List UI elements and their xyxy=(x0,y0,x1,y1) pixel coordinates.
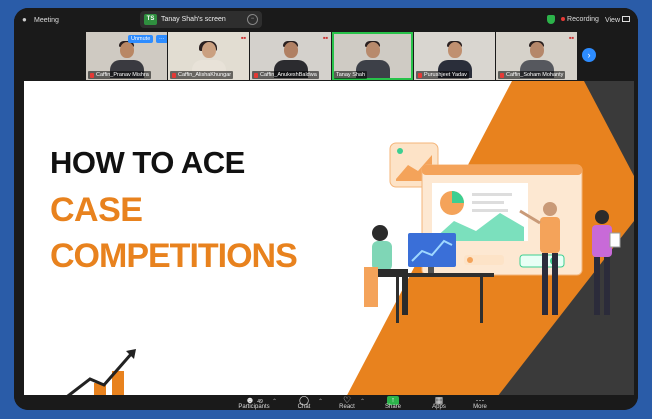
slide-title-line-3: COMPETITIONS xyxy=(50,237,298,275)
mic-muted-icon xyxy=(500,72,504,78)
standing-woman-body xyxy=(592,225,612,257)
share-options-icon[interactable]: − xyxy=(247,14,258,25)
standing-woman-leg xyxy=(604,257,610,315)
text-line xyxy=(472,193,512,196)
presenter-badge: TS xyxy=(144,14,157,25)
participant-strip: Unmute ··· Caffin_Pranav Mishra ■■ Caffi… xyxy=(86,32,578,80)
view-button[interactable]: View xyxy=(604,15,630,24)
view-label: View xyxy=(604,16,620,24)
participants-caret-icon[interactable]: ⌃ xyxy=(272,398,277,405)
card-dot xyxy=(397,148,403,154)
apps-button[interactable]: ▦ Apps xyxy=(419,395,459,410)
recording-dot-icon xyxy=(561,17,566,21)
shared-slide: HOW TO ACE CASE COMPETITIONS xyxy=(24,81,634,401)
participant-tile[interactable]: ■■ Caffin_AlishaKhungar xyxy=(168,32,249,80)
standing-woman-head xyxy=(595,210,609,224)
info-dot xyxy=(467,257,473,263)
unmute-button[interactable]: Unmute xyxy=(128,35,154,43)
react-caret-icon[interactable]: ⌃ xyxy=(360,398,365,405)
participant-name: Caffin_Pranav Mishra xyxy=(96,72,149,78)
chat-caret-icon[interactable]: ⌃ xyxy=(318,398,323,405)
standing-man-leg xyxy=(542,253,548,315)
share-label: Share xyxy=(384,404,401,410)
meeting-menu[interactable]: ● Meeting xyxy=(22,16,59,24)
meeting-window: ● Meeting TS Tanay Shah's screen − Recor… xyxy=(14,8,638,410)
participant-name-tag: Caffin_Soham Mohanty xyxy=(498,71,566,79)
participant-face xyxy=(366,42,380,58)
standing-man-body xyxy=(540,217,560,253)
participant-name-tag: Caffin_AlishaKhungar xyxy=(170,71,234,79)
desk-leg xyxy=(480,277,483,323)
participant-face xyxy=(120,42,134,58)
browser-title-bar xyxy=(422,165,582,175)
standing-man-leg xyxy=(552,253,558,315)
mic-muted-icon xyxy=(90,72,94,78)
screen-share-indicator[interactable]: TS Tanay Shah's screen − xyxy=(140,11,262,28)
college-logo: ■■ xyxy=(241,35,246,40)
participant-face xyxy=(530,42,544,58)
chair-illustration xyxy=(364,267,378,307)
grid-view-icon xyxy=(622,15,630,22)
participants-button[interactable]: ☻ 49 Participants xyxy=(234,395,274,410)
encryption-shield-icon[interactable] xyxy=(547,15,556,24)
slide-title-line-2: CASE xyxy=(50,191,143,229)
share-screen-button[interactable]: ↑ Share xyxy=(373,395,413,410)
participant-name: Purushjeet Yadav xyxy=(424,72,467,78)
recording-indicator[interactable]: Recording xyxy=(561,16,599,23)
top-right-controls: Recording View xyxy=(547,15,630,24)
desk-leg xyxy=(396,277,399,323)
mic-muted-icon xyxy=(172,72,176,78)
college-logo: ■■ xyxy=(323,35,328,40)
participant-name: Caffin_AlishaKhungar xyxy=(178,72,232,78)
next-page-arrow-icon[interactable]: › xyxy=(582,48,596,62)
clipboard-illustration xyxy=(609,232,621,248)
participant-name-tag: Purushjeet Yadav xyxy=(416,71,469,79)
participant-tile-active-speaker[interactable]: Tanay Shah xyxy=(332,32,413,80)
participant-name-tag: Caffin_Pranav Mishra xyxy=(88,71,151,79)
participant-name: Caffin_AnukeshBaldwa xyxy=(260,72,317,78)
bottom-toolbar: ☻ 49 Participants ⌃ ◯ Chat ⌃ ♡ React ⌃ ↑… xyxy=(14,395,638,410)
seated-woman-shin xyxy=(402,269,408,315)
participant-face xyxy=(202,42,216,58)
standing-man-head xyxy=(543,202,557,216)
participant-name: Caffin_Soham Mohanty xyxy=(506,72,564,78)
college-logo: ■■ xyxy=(569,35,574,40)
participants-label: Participants xyxy=(238,404,270,410)
top-bar: ● Meeting TS Tanay Shah's screen − Recor… xyxy=(14,8,638,32)
meeting-label: Meeting xyxy=(34,16,59,24)
mic-muted-icon xyxy=(418,72,422,78)
participant-face xyxy=(284,42,298,58)
participant-tile[interactable]: Unmute ··· Caffin_Pranav Mishra xyxy=(86,32,167,80)
more-label: More xyxy=(473,404,487,410)
participant-more-button[interactable]: ··· xyxy=(156,35,167,43)
text-line xyxy=(472,201,504,204)
participant-name: Tanay Shah xyxy=(336,72,366,78)
mic-muted-icon xyxy=(254,72,258,78)
participant-face xyxy=(448,42,462,58)
participant-name-tag: Caffin_AnukeshBaldwa xyxy=(252,71,319,79)
more-button[interactable]: ⋯ More xyxy=(460,395,500,410)
slide-title-line-1: HOW TO ACE xyxy=(50,145,245,180)
standing-woman-leg xyxy=(594,257,600,315)
participant-tile[interactable]: Purushjeet Yadav xyxy=(414,32,495,80)
text-line xyxy=(472,209,508,212)
screen-share-label: Tanay Shah's screen xyxy=(161,16,226,23)
zoom-logo-icon: ● xyxy=(22,15,27,24)
recording-label: Recording xyxy=(567,16,599,23)
participant-name-tag: Tanay Shah xyxy=(334,71,368,79)
apps-label: Apps xyxy=(432,404,446,410)
participant-tile[interactable]: ■■ Caffin_Soham Mohanty xyxy=(496,32,577,80)
seated-woman-head xyxy=(372,225,388,241)
seated-woman-body xyxy=(372,241,392,271)
participant-tile[interactable]: ■■ Caffin_AnukeshBaldwa xyxy=(250,32,331,80)
monitor-illustration xyxy=(408,233,456,267)
